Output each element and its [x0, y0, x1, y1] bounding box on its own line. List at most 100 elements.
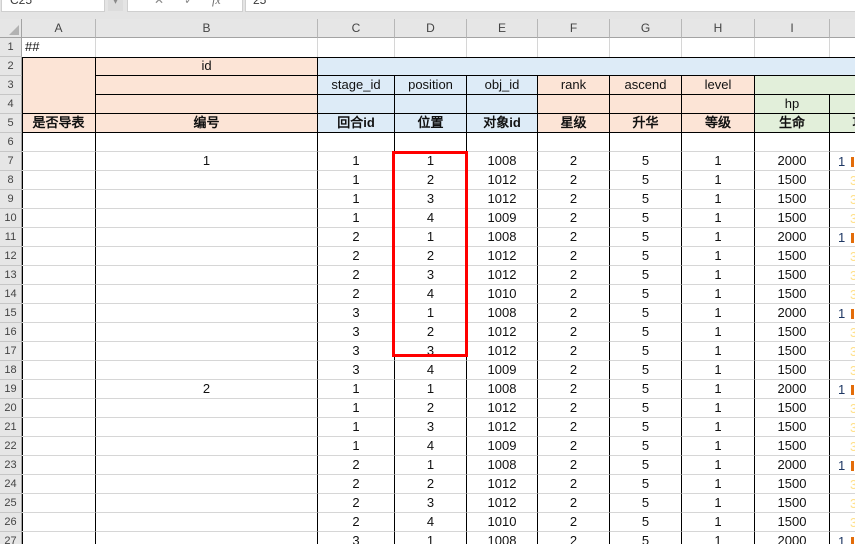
cell-F22[interactable]: 2	[538, 437, 610, 456]
cell-J10[interactable]: 3	[830, 209, 855, 228]
cell-H8[interactable]: 1	[682, 171, 755, 190]
cell-H19[interactable]: 1	[682, 380, 755, 399]
cell-A21[interactable]	[22, 418, 96, 437]
cell-J14[interactable]: 3	[830, 285, 855, 304]
cell-A17[interactable]	[22, 342, 96, 361]
cell-D23[interactable]: 1	[395, 456, 467, 475]
cell-A9[interactable]	[22, 190, 96, 209]
cell-I16[interactable]: 1500	[755, 323, 830, 342]
cell-A2[interactable]	[22, 57, 96, 114]
cell-C11[interactable]: 2	[318, 228, 395, 247]
cell-B18[interactable]	[96, 361, 318, 380]
row-header-26[interactable]: 26	[0, 513, 22, 532]
cell-G1[interactable]	[610, 38, 682, 57]
cell-J6[interactable]	[830, 133, 855, 152]
cell-E23[interactable]: 1008	[467, 456, 538, 475]
cell-G10[interactable]: 5	[610, 209, 682, 228]
cell-I5[interactable]: 生命	[755, 114, 830, 133]
row-header-2[interactable]: 2	[0, 57, 22, 76]
cancel-icon[interactable]: ✕	[154, 0, 164, 7]
cell-C22[interactable]: 1	[318, 437, 395, 456]
column-header-F[interactable]: F	[538, 19, 610, 38]
cell-F1[interactable]	[538, 38, 610, 57]
cell-D24[interactable]: 2	[395, 475, 467, 494]
row-header-5[interactable]: 5	[0, 114, 22, 133]
cell-A26[interactable]	[22, 513, 96, 532]
cell-A13[interactable]	[22, 266, 96, 285]
cell-J5[interactable]: 攻击	[830, 114, 855, 133]
cell-G21[interactable]: 5	[610, 418, 682, 437]
cell-C7[interactable]: 1	[318, 152, 395, 171]
cell-I18[interactable]: 1500	[755, 361, 830, 380]
cell-B6[interactable]	[96, 133, 318, 152]
cell-G4[interactable]	[610, 95, 682, 114]
cell-C8[interactable]: 1	[318, 171, 395, 190]
cell-E25[interactable]: 1012	[467, 494, 538, 513]
cell-C12[interactable]: 2	[318, 247, 395, 266]
cell-H10[interactable]: 1	[682, 209, 755, 228]
cell-B9[interactable]	[96, 190, 318, 209]
cell-F21[interactable]: 2	[538, 418, 610, 437]
cell-E14[interactable]: 1010	[467, 285, 538, 304]
cell-B14[interactable]	[96, 285, 318, 304]
row-header-19[interactable]: 19	[0, 380, 22, 399]
cell-H13[interactable]: 1	[682, 266, 755, 285]
cell-J18[interactable]: 3	[830, 361, 855, 380]
cell-D1[interactable]	[395, 38, 467, 57]
cell-A16[interactable]	[22, 323, 96, 342]
cell-G3[interactable]: ascend	[610, 76, 682, 95]
cell-B16[interactable]	[96, 323, 318, 342]
cell-F7[interactable]: 2	[538, 152, 610, 171]
cell-J22[interactable]: 3	[830, 437, 855, 456]
row-header-6[interactable]: 6	[0, 133, 22, 152]
cell-G7[interactable]: 5	[610, 152, 682, 171]
cell-I25[interactable]: 1500	[755, 494, 830, 513]
cell-H6[interactable]	[682, 133, 755, 152]
cell-B21[interactable]	[96, 418, 318, 437]
cell-C17[interactable]: 3	[318, 342, 395, 361]
cell-J17[interactable]: 3	[830, 342, 855, 361]
cell-D3[interactable]: position	[395, 76, 467, 95]
cell-H3[interactable]: level	[682, 76, 755, 95]
cell-C15[interactable]: 3	[318, 304, 395, 323]
cell-I8[interactable]: 1500	[755, 171, 830, 190]
cell-B10[interactable]	[96, 209, 318, 228]
cell-J25[interactable]: 3	[830, 494, 855, 513]
cell-I6[interactable]	[755, 133, 830, 152]
row-header-9[interactable]: 9	[0, 190, 22, 209]
cell-B5[interactable]: 编号	[96, 114, 318, 133]
cell-G16[interactable]: 5	[610, 323, 682, 342]
cell-A18[interactable]	[22, 361, 96, 380]
row-header-8[interactable]: 8	[0, 171, 22, 190]
cell-I15[interactable]: 2000	[755, 304, 830, 323]
cell-G6[interactable]	[610, 133, 682, 152]
cell-C19[interactable]: 1	[318, 380, 395, 399]
cell-G13[interactable]: 5	[610, 266, 682, 285]
cell-J26[interactable]: 3	[830, 513, 855, 532]
cell-H22[interactable]: 1	[682, 437, 755, 456]
row-header-4[interactable]: 4	[0, 95, 22, 114]
cell-E7[interactable]: 1008	[467, 152, 538, 171]
cell-G24[interactable]: 5	[610, 475, 682, 494]
cell-B8[interactable]	[96, 171, 318, 190]
cell-J15[interactable]: 1	[830, 304, 855, 323]
row-header-14[interactable]: 14	[0, 285, 22, 304]
cell-I7[interactable]: 2000	[755, 152, 830, 171]
cell-I23[interactable]: 2000	[755, 456, 830, 475]
cell-G25[interactable]: 5	[610, 494, 682, 513]
cell-E27[interactable]: 1008	[467, 532, 538, 544]
cell-E21[interactable]: 1012	[467, 418, 538, 437]
cell-J4[interactable]: atk	[830, 95, 855, 114]
cell-H23[interactable]: 1	[682, 456, 755, 475]
cell-I20[interactable]: 1500	[755, 399, 830, 418]
cell-B27[interactable]	[96, 532, 318, 544]
cell-B4[interactable]	[96, 95, 318, 114]
cell-I1[interactable]	[755, 38, 830, 57]
cell-B26[interactable]	[96, 513, 318, 532]
cell-J21[interactable]: 3	[830, 418, 855, 437]
cell-C18[interactable]: 3	[318, 361, 395, 380]
cell-I22[interactable]: 1500	[755, 437, 830, 456]
cell-B24[interactable]	[96, 475, 318, 494]
select-all-corner[interactable]	[0, 19, 22, 38]
cell-D22[interactable]: 4	[395, 437, 467, 456]
